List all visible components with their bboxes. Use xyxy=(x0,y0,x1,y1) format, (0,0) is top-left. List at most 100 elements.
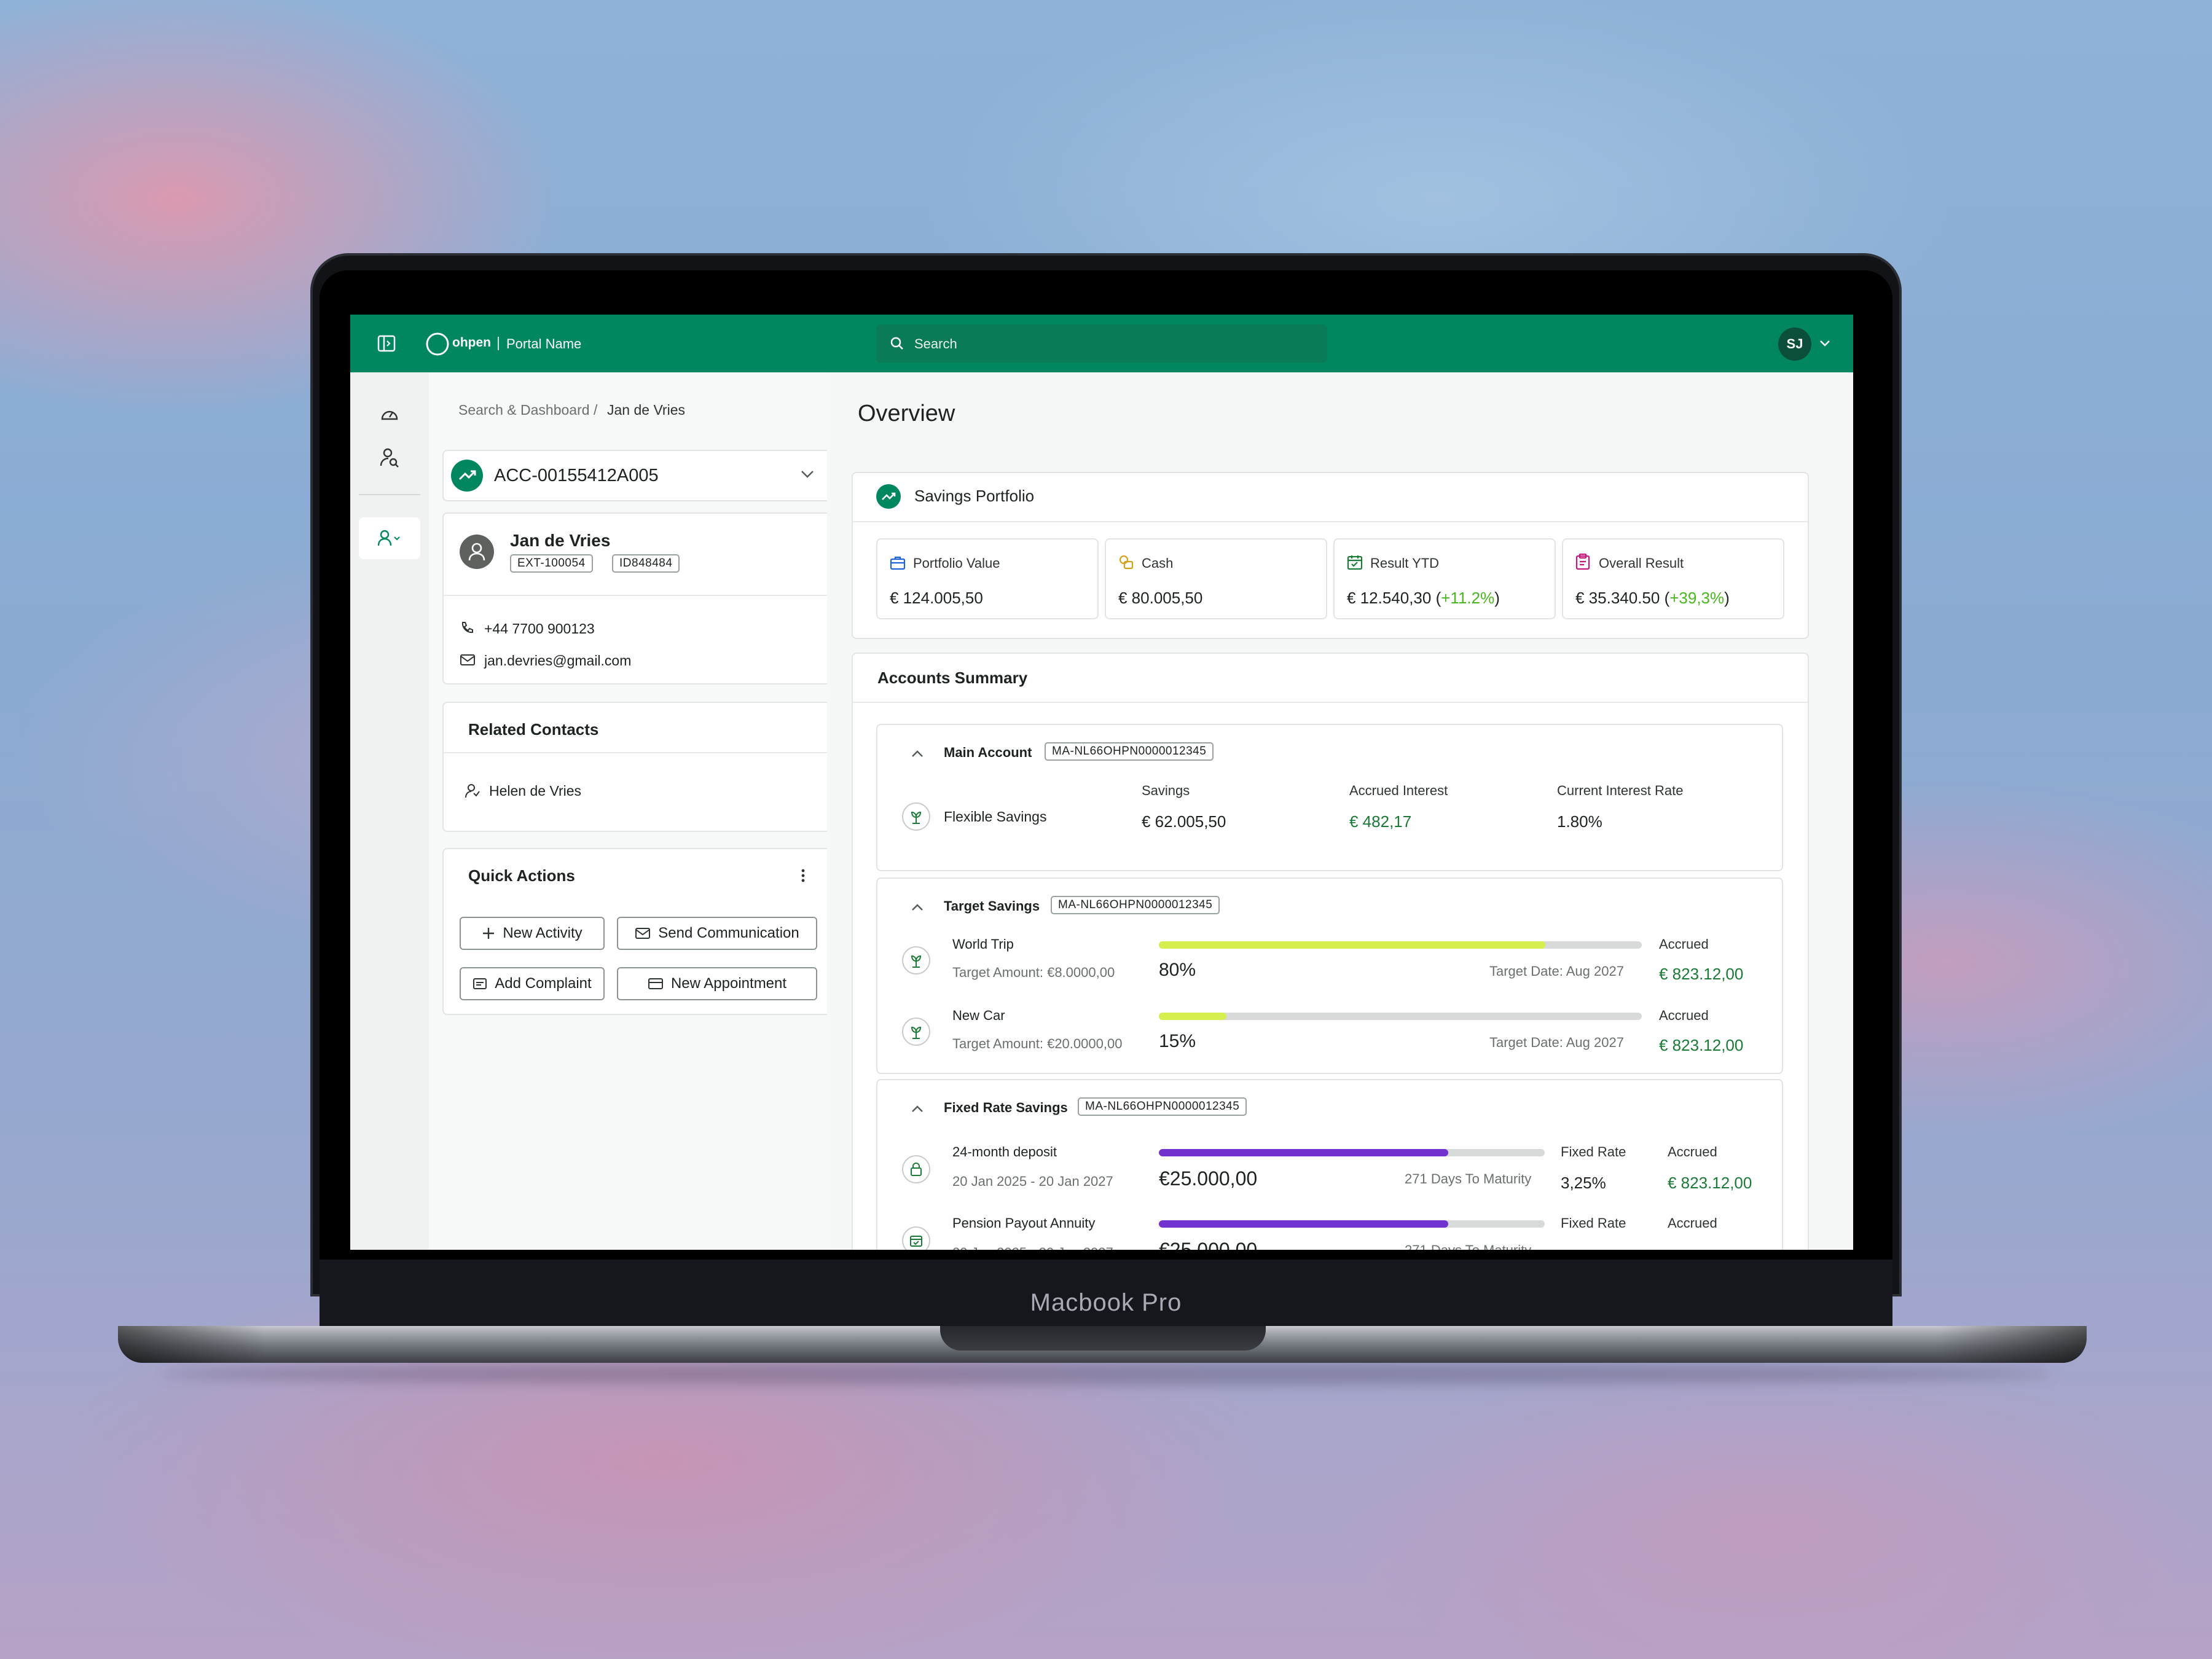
portfolio-title: Savings Portfolio xyxy=(914,487,1035,505)
divider xyxy=(444,595,832,596)
avatar[interactable]: SJ xyxy=(1778,327,1811,361)
accrued-value: € 823.12,00 xyxy=(1659,1036,1744,1054)
customer-email[interactable]: jan.devries@gmail.com xyxy=(484,653,631,669)
portal-name: Portal Name xyxy=(506,336,582,351)
stat-delta: +11.2% xyxy=(1441,589,1495,607)
user-search-icon[interactable] xyxy=(380,447,399,468)
column-value: € 62.005,50 xyxy=(1142,812,1226,831)
section-title: Main Account xyxy=(944,745,1032,760)
divider xyxy=(444,752,832,753)
sidebar-toggle-icon[interactable] xyxy=(377,335,396,352)
rate-value: 3,25% xyxy=(1561,1174,1606,1192)
goal-progress-fill xyxy=(1159,941,1545,949)
accrued-label: Accrued xyxy=(1668,1144,1717,1159)
plant-icon xyxy=(902,946,930,975)
deposit-progress-bar xyxy=(1159,1149,1545,1156)
goal-progress-bar xyxy=(1159,1013,1642,1020)
sidebar-item-customer[interactable] xyxy=(359,517,420,559)
goal-progress-fill xyxy=(1159,1013,1227,1020)
account-number: ACC-00155412A005 xyxy=(494,466,659,485)
breadcrumb-current: Jan de Vries xyxy=(607,402,685,418)
deposit-period: 20 Jan 2025 - 20 Jan 2027 xyxy=(952,1245,1113,1250)
mail-icon xyxy=(460,654,476,666)
overview-panel: Overview Savings Portfolio Portfolio Val… xyxy=(827,372,1853,1250)
goal-target: Target Amount: €20.0000,00 xyxy=(952,1036,1123,1051)
customer-tag: EXT-100054 xyxy=(510,554,593,573)
more-vertical-icon[interactable] xyxy=(800,868,806,884)
deposit-amount: €25.000,00 xyxy=(1159,1239,1258,1250)
stat-amount: € 35.340.50 ( xyxy=(1575,589,1670,607)
stat-card: Portfolio Value € 124.005,50 xyxy=(876,538,1099,619)
plus-icon xyxy=(482,927,495,940)
search-input[interactable]: Search xyxy=(876,324,1327,363)
logo-icon xyxy=(425,332,450,356)
rate-label: Fixed Rate xyxy=(1561,1215,1626,1231)
accrued-label: Accrued xyxy=(1659,936,1709,952)
laptop-shadow xyxy=(160,1363,2052,1385)
accrued-label: Accrued xyxy=(1659,1008,1709,1023)
breadcrumb-parent[interactable]: Search & Dashboard xyxy=(458,402,590,418)
stat-label: Overall Result xyxy=(1599,555,1684,571)
account-selector[interactable]: ACC-00155412A005 xyxy=(442,450,833,501)
goal-target: Target Amount: €8.0000,00 xyxy=(952,965,1115,980)
stat-value: € 80.005,50 xyxy=(1118,589,1203,607)
column-label: Savings xyxy=(1142,783,1190,798)
new-appointment-button[interactable]: New Appointment xyxy=(617,967,817,1000)
stat-card: Cash € 80.005,50 xyxy=(1105,538,1327,619)
deposit-progress-fill xyxy=(1159,1149,1448,1156)
phone-icon xyxy=(460,621,474,635)
stat-label: Portfolio Value xyxy=(913,555,1000,571)
chevron-down-icon xyxy=(800,469,815,479)
button-label: Send Communication xyxy=(658,925,799,941)
accrued-label: Accrued xyxy=(1668,1215,1717,1231)
account-tag: MA-NL66OHPN0000012345 xyxy=(1078,1097,1247,1116)
accounts-summary-title: Accounts Summary xyxy=(877,669,1028,687)
briefcase-icon xyxy=(890,555,906,570)
column-label: Accrued Interest xyxy=(1349,783,1448,798)
column-label: Current Interest Rate xyxy=(1557,783,1684,798)
mail-icon xyxy=(635,927,651,939)
dashboard-icon[interactable] xyxy=(380,406,399,423)
stat-card: Result YTD € 12.540,30 (+11.2%) xyxy=(1333,538,1556,619)
deposit-amount: €25.000,00 xyxy=(1159,1167,1258,1190)
rate-label: Fixed Rate xyxy=(1561,1144,1626,1159)
search-placeholder: Search xyxy=(914,336,957,351)
new-activity-button[interactable]: New Activity xyxy=(460,917,605,950)
customer-card: Jan de Vries EXT-100054 ID848484 +44 770… xyxy=(442,512,833,684)
stat-value: € 124.005,50 xyxy=(890,589,983,607)
accrued-value: € 823.12,00 xyxy=(1659,965,1744,983)
goal-percent: 15% xyxy=(1159,1031,1196,1051)
accounts-summary-card: Accounts Summary Main Account MA-NL66OHP… xyxy=(852,653,1809,1250)
add-complaint-button[interactable]: Add Complaint xyxy=(460,967,605,1000)
stat-value: € 12.540,30 (+11.2%) xyxy=(1347,589,1500,608)
customer-name: Jan de Vries xyxy=(510,531,611,550)
account-tag: MA-NL66OHPN0000012345 xyxy=(1051,896,1220,914)
goal-name: New Car xyxy=(952,1008,1005,1023)
section-title: Target Savings xyxy=(944,898,1040,914)
chevron-up-icon[interactable] xyxy=(911,903,924,912)
icon-sidebar xyxy=(350,372,430,1250)
chevron-up-icon[interactable] xyxy=(911,1105,924,1113)
stat-label: Result YTD xyxy=(1370,555,1440,571)
button-label: New Appointment xyxy=(670,975,787,992)
quick-actions-title: Quick Actions xyxy=(468,866,575,885)
section-title: Fixed Rate Savings xyxy=(944,1100,1068,1115)
deposit-name: 24-month deposit xyxy=(952,1144,1057,1159)
related-contact-item[interactable]: Helen de Vries xyxy=(489,783,581,799)
send-communication-button[interactable]: Send Communication xyxy=(617,917,817,950)
column-value: 1.80% xyxy=(1557,812,1602,831)
stat-suffix: ) xyxy=(1494,589,1500,607)
chevron-down-icon[interactable] xyxy=(1819,339,1831,348)
savings-portfolio-card: Savings Portfolio Portfolio Value € 124.… xyxy=(852,472,1809,639)
stat-delta: +39,3% xyxy=(1669,589,1725,607)
fixed-rate-section: Fixed Rate Savings MA-NL66OHPN0000012345… xyxy=(876,1079,1783,1250)
goal-date: Target Date: Aug 2027 xyxy=(1489,1035,1624,1050)
divider xyxy=(853,521,1808,522)
customer-phone[interactable]: +44 7700 900123 xyxy=(484,621,595,637)
deposit-maturity: 271 Days To Maturity xyxy=(1405,1242,1531,1250)
logo-divider xyxy=(498,337,499,350)
customer-panel: Search & Dashboard / Jan de Vries ACC-00… xyxy=(429,372,833,1250)
chevron-up-icon[interactable] xyxy=(911,750,924,758)
card-icon xyxy=(648,978,664,990)
contact-icon xyxy=(465,783,480,799)
